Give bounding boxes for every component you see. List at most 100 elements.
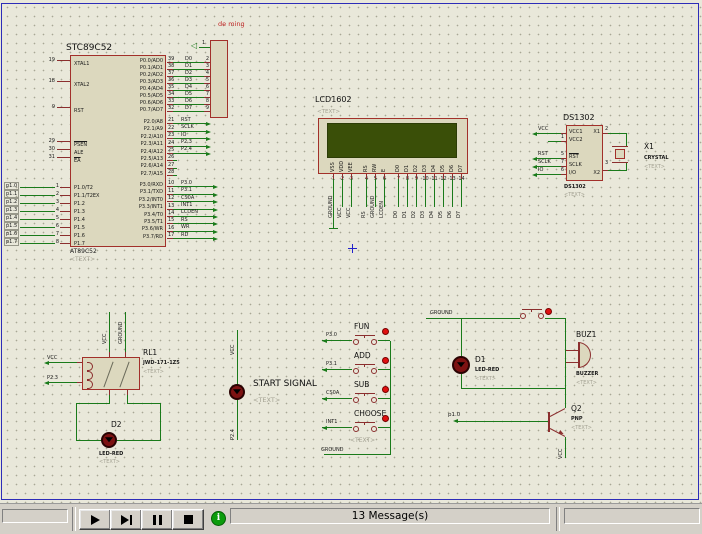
mcu-p3-row[interactable]: 17 RD (167, 232, 219, 239)
mcu-p1-rows[interactable]: p1.0 1 p1.1 2 p1.2 3 p1.3 4 p1.4 (4, 182, 70, 246)
mcu-p0-row[interactable]: 33 D6 8 (167, 98, 210, 105)
header-connector-body[interactable] (210, 40, 228, 118)
push-button[interactable] (519, 309, 545, 319)
key-group[interactable]: FUN P3.0 ADD P3.1 (322, 322, 394, 438)
mcu-p3-row[interactable]: 11 P3.1 (167, 187, 219, 194)
mcu-p1-row[interactable]: p1.7 8 (4, 238, 70, 246)
wire[interactable] (390, 341, 391, 455)
mcu-p1-row[interactable]: p1.5 6 (4, 222, 70, 230)
pause-button[interactable] (141, 509, 173, 530)
transistor-q2[interactable] (548, 404, 570, 440)
wire[interactable] (322, 340, 352, 341)
button-actuator-icon[interactable] (382, 328, 389, 335)
mcu-p2-rows[interactable]: 21 RST 22 SCLK 23 IO 24 P2.3 25 (167, 117, 219, 176)
mcu-p0-row[interactable]: 34 D5 7 (167, 91, 210, 98)
wire[interactable] (20, 235, 55, 236)
net-label[interactable]: VCC (538, 126, 548, 132)
wire[interactable] (117, 440, 161, 441)
rtc-pin-row[interactable]: 1 (532, 134, 566, 142)
net-label[interactable]: LCDEN (379, 184, 385, 218)
net-label[interactable]: P3.1 (326, 361, 337, 367)
wire[interactable] (20, 203, 55, 204)
lcd-pins[interactable]: VSS 1 GROUND VDD 2 VCC VEE 3 VCC RS 4 (329, 122, 466, 237)
relay-coil-wire[interactable]: VCC (44, 355, 82, 363)
net-label[interactable]: D1 (402, 184, 408, 218)
mcu-p0-row[interactable]: 36 D3 5 (167, 77, 210, 84)
net-label[interactable]: SCLK (181, 124, 194, 130)
relay-text-placeholder[interactable]: <TEXT> (143, 369, 164, 375)
wire[interactable] (20, 243, 55, 244)
net-label[interactable]: RST (538, 151, 548, 157)
button-actuator-icon[interactable] (382, 386, 389, 393)
crystal-body[interactable] (615, 149, 625, 159)
lcd-pin-column[interactable]: D7 14 D7 (457, 122, 466, 237)
net-label[interactable]: D2 (167, 70, 210, 76)
net-label[interactable]: D5 (438, 184, 444, 218)
net-label[interactable]: VCC (558, 439, 564, 459)
lcd-pin-column[interactable]: RS 4 RS (362, 122, 371, 237)
wire[interactable] (20, 227, 55, 228)
wire[interactable] (565, 437, 566, 458)
net-label[interactable]: CS0A (181, 195, 194, 201)
relay-body[interactable] (82, 357, 140, 390)
lcd-pin-column[interactable]: VDD 2 VCC (338, 122, 347, 237)
net-label[interactable]: D0 (167, 56, 210, 62)
rtc-left-wires[interactable]: VCC 1 RST 5 SCLK 7 IO 6 (532, 126, 566, 176)
net-label[interactable]: P2.4 (181, 146, 192, 152)
mcu-p1-row[interactable]: p1.2 3 (4, 198, 70, 206)
push-button-item[interactable]: CHOOSE INT1 (322, 409, 394, 438)
crystal-text-placeholder[interactable]: <TEXT> (644, 164, 665, 170)
mcu-p3-row[interactable]: 15 RS (167, 217, 219, 224)
net-label[interactable]: D7 (456, 184, 462, 218)
net-label[interactable]: D5 (167, 91, 210, 97)
net-label[interactable]: D6 (167, 98, 210, 104)
wire[interactable] (626, 133, 627, 146)
push-button-item[interactable]: ADD P3.1 (322, 351, 394, 380)
net-label[interactable]: SCLK (538, 159, 551, 165)
mcu-p2-row[interactable]: 25 P2.4 (167, 147, 219, 154)
mcu-p1-row[interactable]: p1.4 5 (4, 214, 70, 222)
mcu-p3-row[interactable]: 13 INT1 (167, 202, 219, 209)
wire[interactable] (125, 312, 126, 357)
lcd-pin-column[interactable]: D3 10 D3 (421, 122, 430, 237)
mcu-p1-row[interactable]: p1.6 7 (4, 230, 70, 238)
net-label[interactable]: p1.6 (4, 230, 19, 238)
mcu-p2-row[interactable]: 27 (167, 161, 219, 168)
mcu-p2-row[interactable]: 21 RST (167, 117, 219, 124)
net-label[interactable]: GROUND (430, 310, 453, 316)
wire[interactable] (76, 403, 77, 440)
net-label[interactable]: RST (181, 117, 191, 123)
lcd-pin-column[interactable]: E 6 LCDEN (380, 122, 389, 237)
rtc-text-placeholder[interactable]: <TEXT> (564, 192, 585, 198)
wire[interactable] (76, 440, 102, 441)
mcu-p1-row[interactable]: p1.1 2 (4, 190, 70, 198)
net-label[interactable]: RS (181, 217, 188, 223)
wire[interactable] (545, 318, 565, 319)
net-label[interactable]: WR (181, 224, 189, 230)
lcd-pin-column[interactable]: D1 8 D1 (403, 122, 412, 237)
rtc-body[interactable]: VCC1VCC2RSTSCLKI/O X1 X2 (566, 125, 603, 181)
net-label[interactable]: CS0A (326, 390, 339, 396)
message-status-panel[interactable]: 13 Message(s) (230, 508, 550, 524)
net-label[interactable]: D0 (393, 184, 399, 218)
mcu-p2-row[interactable]: 23 IO (167, 132, 219, 139)
net-label[interactable]: VCC (337, 184, 343, 218)
net-label[interactable]: D4 (167, 84, 210, 90)
wire[interactable] (537, 174, 566, 175)
wire[interactable] (456, 421, 548, 422)
annotation-de-ming[interactable]: de ming (218, 21, 245, 27)
led-d2-text-placeholder[interactable]: <TEXT> (99, 459, 120, 465)
wire[interactable] (626, 162, 627, 171)
net-label[interactable]: GROUND (321, 447, 344, 453)
led-d1-text-placeholder[interactable]: <TEXT> (475, 376, 496, 382)
net-label[interactable]: P3.1 (181, 187, 192, 193)
lcd-pin-column[interactable]: D4 11 D4 (430, 122, 439, 237)
play-button[interactable] (79, 509, 111, 530)
net-label[interactable]: p1.5 (4, 222, 19, 230)
wire[interactable] (322, 398, 352, 399)
net-label[interactable]: IO (181, 132, 186, 138)
mcu-p3-row[interactable]: 16 WR (167, 224, 219, 231)
lcd-pin-column[interactable]: D5 12 D5 (439, 122, 448, 237)
mcu-p0-row[interactable]: 35 D4 6 (167, 84, 210, 91)
mcu-p2-row[interactable]: 28 (167, 169, 219, 176)
